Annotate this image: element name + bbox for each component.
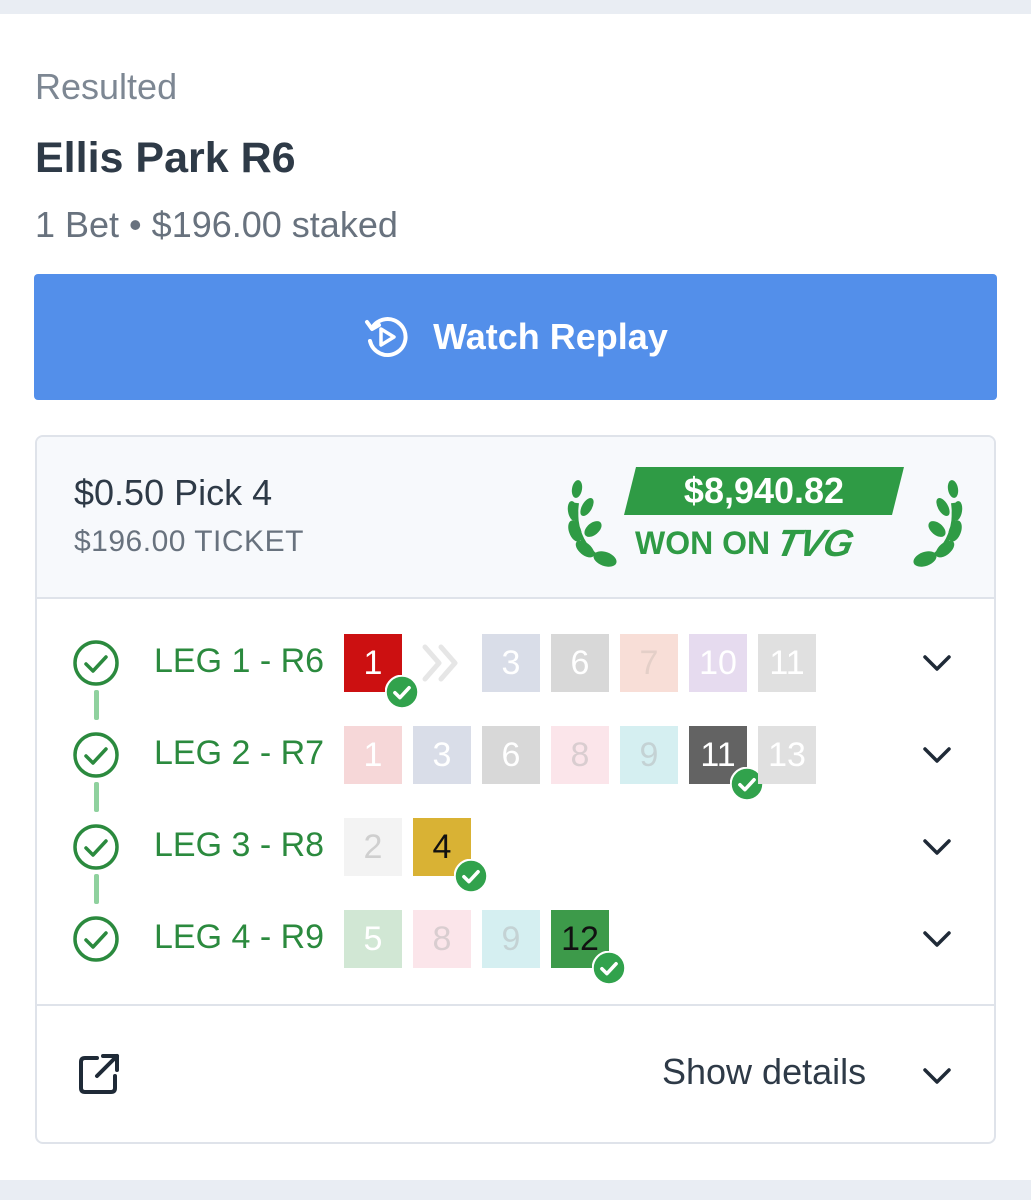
race-title[interactable]: Ellis Park R6 — [35, 134, 296, 183]
runner-number: 2 — [363, 827, 383, 866]
runner-number: 7 — [639, 643, 659, 682]
runner-saddlecloth[interactable]: 11 — [758, 634, 816, 692]
leg-label: LEG 4 - R9 — [154, 918, 325, 956]
runner-number: 8 — [432, 919, 452, 958]
runner-saddlecloth[interactable]: 9 — [620, 726, 678, 784]
watch-replay-label: Watch Replay — [433, 316, 668, 357]
external-link-icon[interactable] — [77, 1052, 121, 1096]
leg-label: LEG 1 - R6 — [154, 642, 325, 680]
runner-saddlecloth[interactable]: 5 — [344, 910, 402, 968]
runner-number: 4 — [432, 827, 452, 866]
runner-saddlecloth[interactable]: 12 — [551, 910, 626, 985]
win-badge: $8,940.82 WON ON TVG — [565, 467, 965, 567]
runner-saddlecloth[interactable]: 7 — [620, 634, 678, 692]
runner-number: 3 — [432, 735, 452, 774]
winner-check-icon — [454, 859, 488, 893]
chevron-down-icon[interactable] — [917, 1056, 957, 1096]
replay-icon — [365, 317, 408, 358]
laurel-right-icon — [913, 480, 963, 567]
runner-saddlecloth[interactable]: 6 — [482, 726, 540, 784]
runner-number: 1 — [363, 735, 383, 774]
ticket-cost: $196.00 TICKET — [74, 525, 304, 558]
runner-number: 5 — [363, 919, 383, 958]
leg-check-icon — [73, 824, 119, 870]
leg-label: LEG 2 - R7 — [154, 734, 325, 772]
leg-connector — [94, 690, 99, 720]
runner-saddlecloth[interactable]: 9 — [482, 910, 540, 968]
bet-panel: $0.50 Pick 4 $196.00 TICKET $8,940.82 WO… — [35, 435, 996, 1144]
runner-number: 8 — [570, 735, 590, 774]
chevron-down-icon[interactable] — [917, 643, 957, 683]
runner-saddlecloth[interactable]: 1 — [344, 726, 402, 784]
runner-number: 13 — [768, 735, 806, 774]
runner-saddlecloth[interactable]: 8 — [551, 726, 609, 784]
runner-saddlecloth[interactable]: 3 — [482, 634, 540, 692]
runner-number: 6 — [501, 735, 521, 774]
bet-footer: Show details — [37, 1008, 994, 1142]
show-details-button[interactable]: Show details — [662, 1051, 866, 1093]
watch-replay-button[interactable]: Watch Replay — [34, 274, 997, 400]
runner-number: 11 — [769, 643, 805, 682]
chevron-down-icon[interactable] — [917, 735, 957, 775]
runner-saddlecloth[interactable]: 3 — [413, 726, 471, 784]
runner-number: 9 — [639, 735, 659, 774]
bet-type: $0.50 Pick 4 — [74, 472, 273, 513]
runner-number: 1 — [363, 643, 383, 682]
double-chevron-right-icon — [422, 644, 458, 682]
race-status: Resulted — [35, 66, 178, 107]
legs-list: LEG 1 - R6 1 3 6 7 10 11 LEG 2 - R7 1 3 6 8 9 11 13 LEG… — [37, 599, 994, 1006]
bet-summary: 1 Bet • $196.00 staked — [35, 204, 398, 245]
bet-header: $0.50 Pick 4 $196.00 TICKET $8,940.82 WO… — [37, 437, 994, 599]
runner-saddlecloth[interactable]: 10 — [689, 634, 747, 692]
leg-connector — [94, 874, 99, 904]
runner-saddlecloth[interactable]: 1 — [344, 634, 419, 709]
winner-check-icon — [592, 951, 626, 985]
runner-number: 10 — [699, 643, 737, 682]
won-on-label: WON ON — [635, 525, 771, 561]
runner-saddlecloth[interactable]: 6 — [551, 634, 609, 692]
leg-check-icon — [73, 640, 119, 686]
runner-saddlecloth[interactable]: 11 — [689, 726, 764, 801]
leg-check-icon — [73, 916, 119, 962]
runner-number: 6 — [570, 643, 590, 682]
runner-saddlecloth[interactable]: 13 — [758, 726, 816, 784]
leg-label: LEG 3 - R8 — [154, 826, 325, 864]
runner-saddlecloth[interactable]: 2 — [344, 818, 402, 876]
runner-saddlecloth[interactable]: 8 — [413, 910, 471, 968]
runner-number: 9 — [501, 919, 521, 958]
winner-check-icon — [385, 675, 419, 709]
tvg-logo: TVG — [772, 523, 857, 565]
win-amount-banner: $8,940.82 — [624, 467, 904, 515]
chevron-down-icon[interactable] — [917, 827, 957, 867]
chevron-down-icon[interactable] — [917, 919, 957, 959]
leg-connector — [94, 782, 99, 812]
runner-saddlecloth[interactable]: 4 — [413, 818, 488, 893]
runner-number: 3 — [501, 643, 521, 682]
leg-check-icon — [73, 732, 119, 778]
laurel-left-icon — [567, 480, 617, 567]
win-amount: $8,940.82 — [683, 470, 845, 511]
